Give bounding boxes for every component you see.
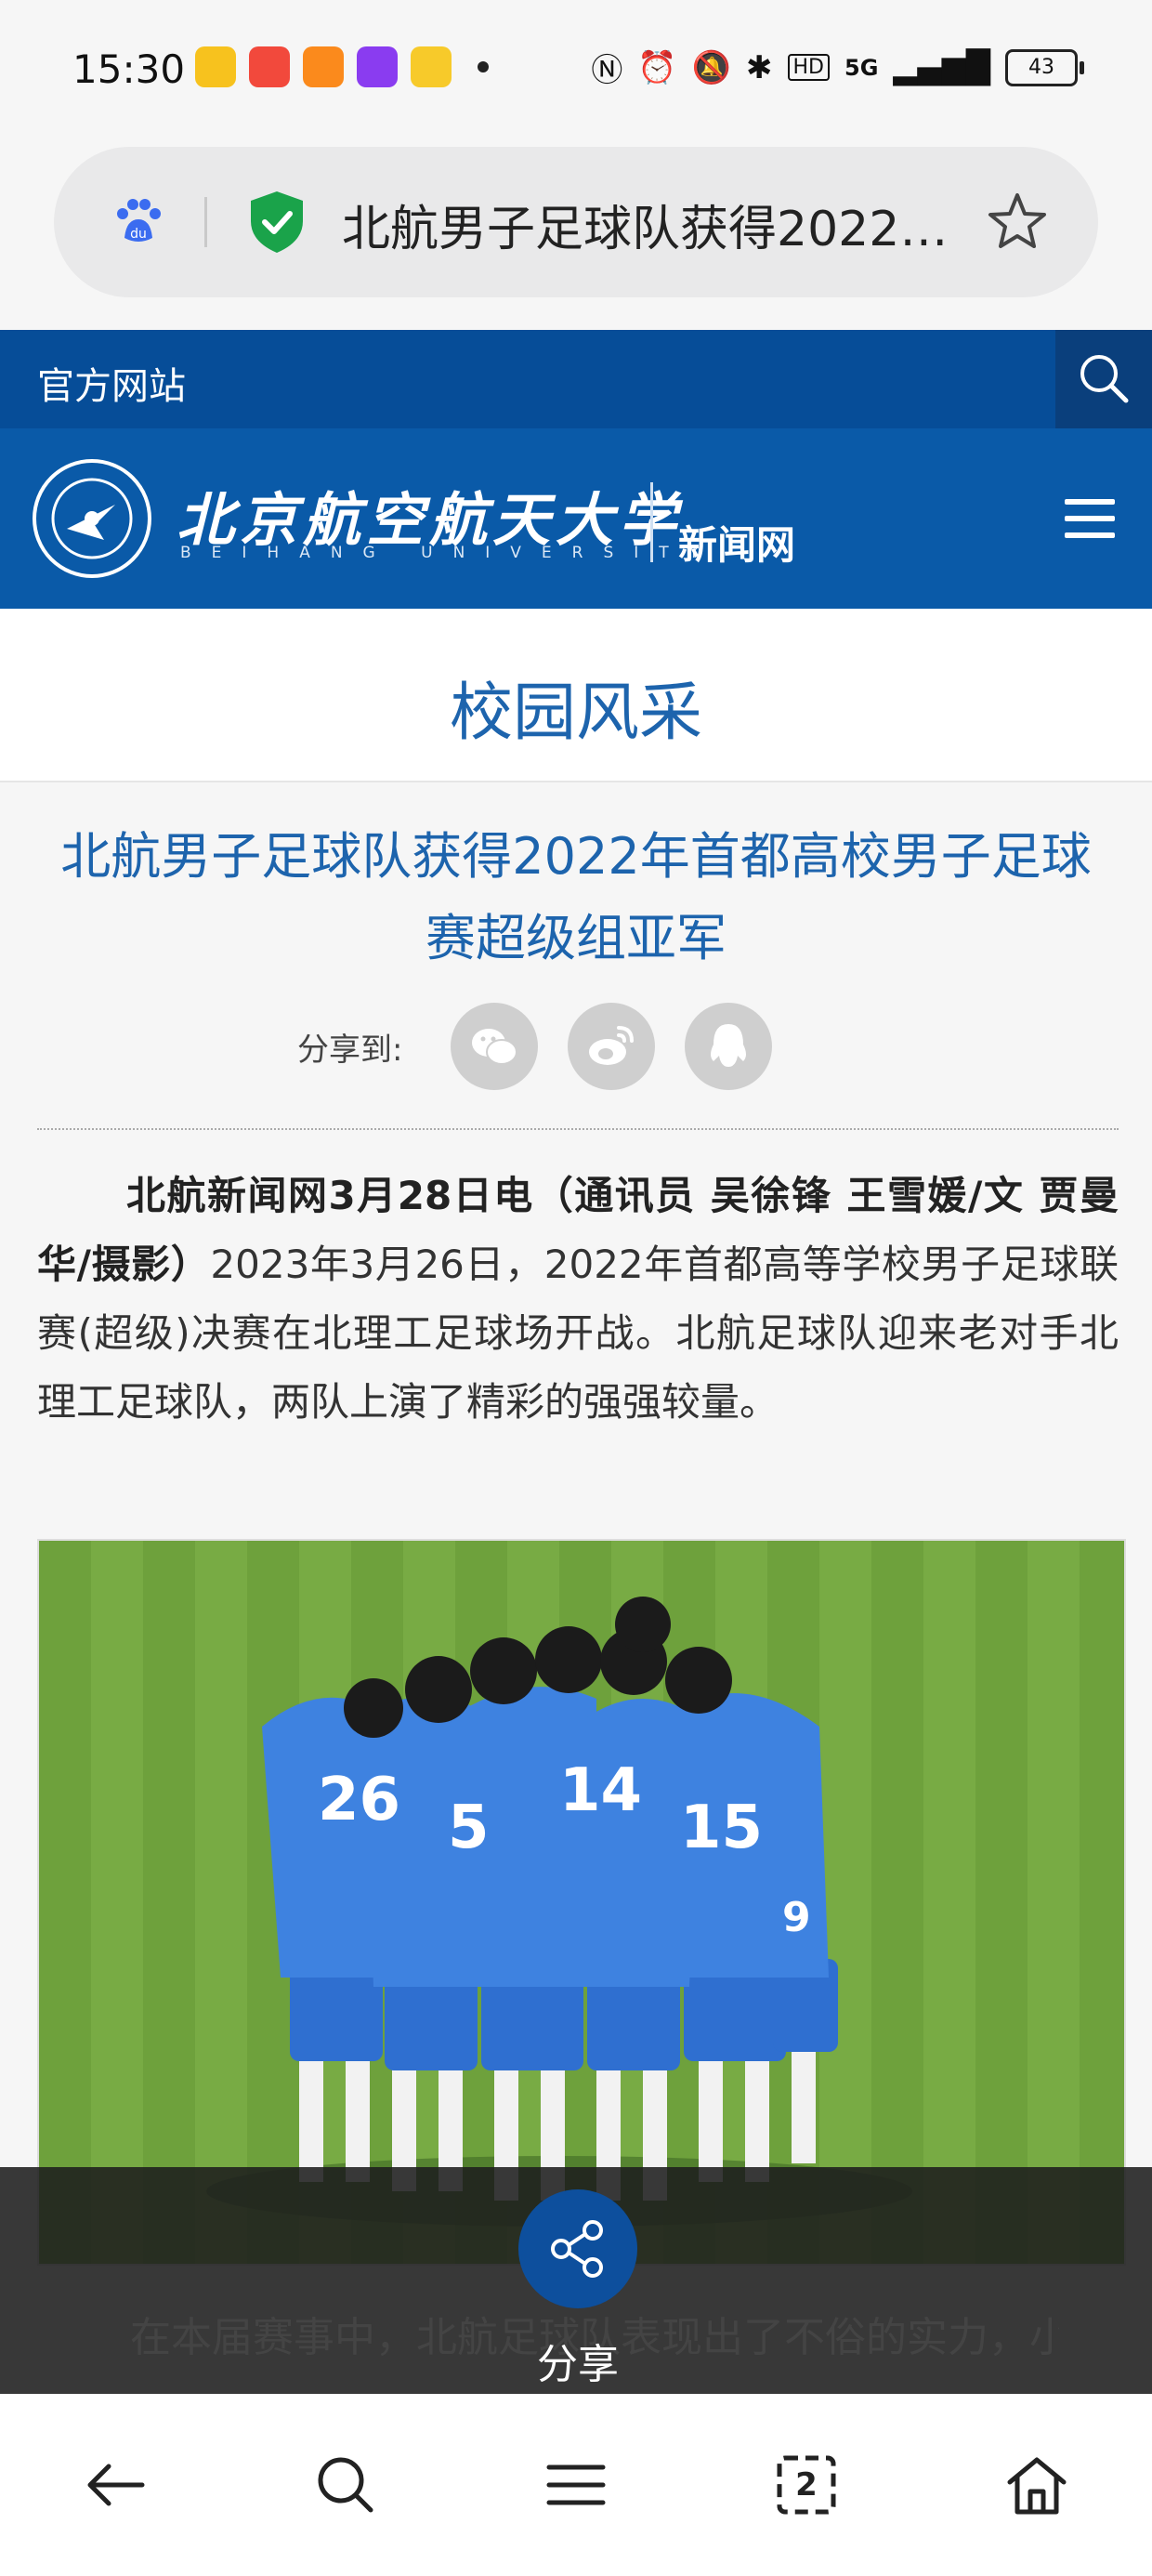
meituan-app-icon [195,46,236,87]
back-button[interactable] [69,2438,162,2531]
official-site-link[interactable]: 官方网站 [37,356,186,410]
section-title[interactable]: 校园风采 [0,661,1152,753]
reader-app-icon [411,46,452,87]
svg-text:du: du [130,227,147,242]
svg-text:15: 15 [680,1794,763,1862]
menu-lines-icon [546,2464,606,2505]
hd-icon: HD [787,54,830,81]
address-separator [204,197,207,247]
page-title-in-address[interactable]: 北航男子足球队获得2022年首都高校男子足球赛超级组亚军 [342,190,983,259]
search-button[interactable] [299,2438,392,2531]
shopping-app-icon [303,46,344,87]
site-topbar: 官方网站 [0,330,1152,428]
hamburger-menu-icon[interactable] [1065,499,1115,542]
menu-button[interactable] [530,2438,622,2531]
address-bar[interactable]: du 北航男子足球队获得2022年首都高校男子足球赛超级组亚军 [54,147,1098,297]
status-bar: 15:30 Ⓝ ⏰ 🔕 ✱ HD 5G ▂▄▆█ 43 [0,0,1152,139]
battery-icon: 43 [1005,48,1084,86]
mute-icon: 🔕 [691,48,732,86]
team-huddle-image: 26 5 14 15 9 [206,1597,912,2227]
article-divider [37,1128,1119,1130]
svg-text:26: 26 [318,1766,400,1834]
network-type: 5G [844,54,879,81]
section-header: 校园风采 [0,609,1152,782]
search-icon [1080,355,1129,403]
system-icons: Ⓝ ⏰ 🔕 ✱ HD 5G ▂▄▆█ 43 [591,45,1084,90]
article-lead-paragraph: 北航新闻网3月28日电（通讯员 吴徐锋 王雪媛/文 贾曼华/摄影）2023年3月… [37,1162,1119,1437]
tabs-button[interactable]: 2 [760,2438,853,2531]
article-photo[interactable]: 26 5 14 15 9 [37,1539,1126,2266]
alarm-icon: ⏰ [637,48,677,86]
news-site-label[interactable]: 新闻网 [678,514,795,571]
header-separator [650,482,653,562]
secure-shield-icon[interactable] [247,190,307,255]
svg-text:14: 14 [559,1756,642,1825]
battery-level: 43 [1028,55,1054,79]
article-title: 北航男子足球队获得2022年首都高校男子足球赛超级组亚军 [60,827,1092,967]
nfc-icon: Ⓝ [591,52,623,89]
university-name-en: BEIHANG UNIVERSITY [180,544,720,562]
home-button[interactable] [990,2438,1083,2531]
baidu-paw-icon[interactable]: du [110,193,167,251]
signal-icon: ▂▄▆█ [893,48,990,86]
share-fab-label[interactable]: 分享 [520,2331,635,2390]
site-header: 北京航空航天大学 BEIHANG UNIVERSITY 新闻网 [0,428,1152,609]
back-arrow-icon [87,2464,145,2506]
svg-text:9: 9 [782,1894,811,1941]
notification-icons [195,46,489,87]
status-time: 15:30 [72,46,186,92]
share-icon [551,2220,603,2278]
university-emblem-icon[interactable] [30,456,154,581]
bluetooth-icon: ✱ [746,48,773,86]
svg-text:5: 5 [448,1794,490,1862]
share-row: 分享到: [297,1002,802,1091]
home-icon [1007,2457,1067,2515]
share-weibo-button[interactable] [568,1003,656,1090]
share-label: 分享到: [297,1031,403,1069]
qq-icon [711,1024,747,1067]
music-app-icon [249,46,290,87]
share-qq-button[interactable] [685,1003,773,1090]
weibo-icon [589,1026,635,1065]
more-notifications-icon [478,61,489,72]
browser-bottom-nav: 2 [0,2394,1152,2576]
share-fab-button[interactable] [518,2189,637,2308]
video-app-icon [357,46,398,87]
wechat-icon [472,1029,518,1065]
tab-count: 2 [795,2466,818,2504]
site-search-button[interactable] [1055,330,1152,428]
search-icon [318,2457,373,2513]
bookmark-star-icon[interactable] [985,190,1050,255]
share-wechat-button[interactable] [451,1003,539,1090]
